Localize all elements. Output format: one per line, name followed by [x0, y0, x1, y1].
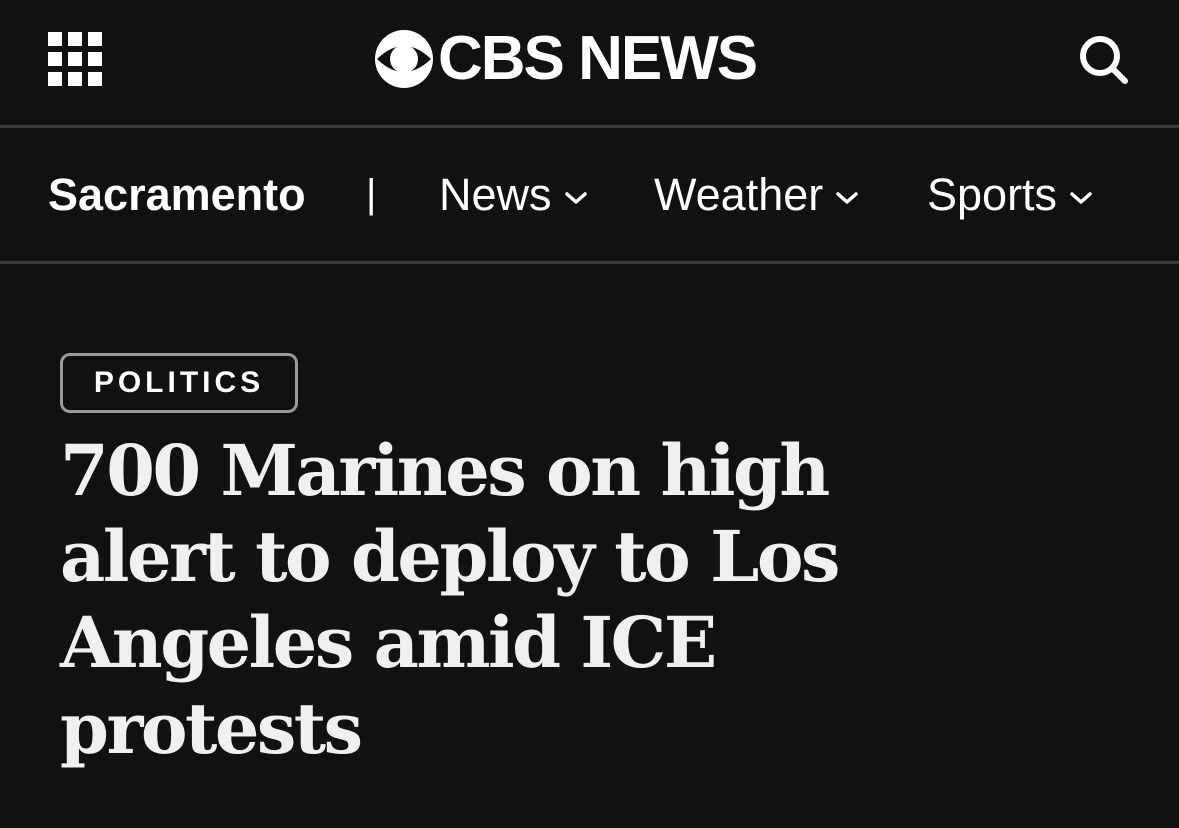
logo-text: CBS NEWS: [438, 24, 758, 93]
nav-separator: |: [366, 172, 377, 216]
search-icon[interactable]: [1078, 34, 1130, 86]
nav-local-sacramento[interactable]: Sacramento: [48, 128, 306, 261]
cbs-news-logo[interactable]: CBS NEWS: [374, 24, 758, 93]
grid-menu-icon[interactable]: [48, 32, 102, 86]
nav-item-sports[interactable]: Sports: [927, 128, 1093, 261]
category-tag[interactable]: POLITICS: [60, 353, 298, 413]
section-nav: Sacramento | News Weather Sports: [0, 128, 1179, 264]
chevron-down-icon: [564, 191, 587, 204]
chevron-down-icon: [1070, 191, 1092, 204]
nav-item-label: News: [439, 168, 552, 220]
nav-item-label: Sports: [927, 168, 1058, 220]
nav-item-weather[interactable]: Weather: [654, 128, 859, 261]
nav-item-label: Weather: [654, 168, 824, 220]
chevron-down-icon: [836, 191, 859, 204]
nav-item-news[interactable]: News: [439, 128, 588, 261]
article-headline: 700 Marines on high alert to deploy to L…: [60, 429, 840, 770]
cbs-eye-icon: [375, 30, 433, 88]
top-header: CBS NEWS: [0, 0, 1179, 128]
